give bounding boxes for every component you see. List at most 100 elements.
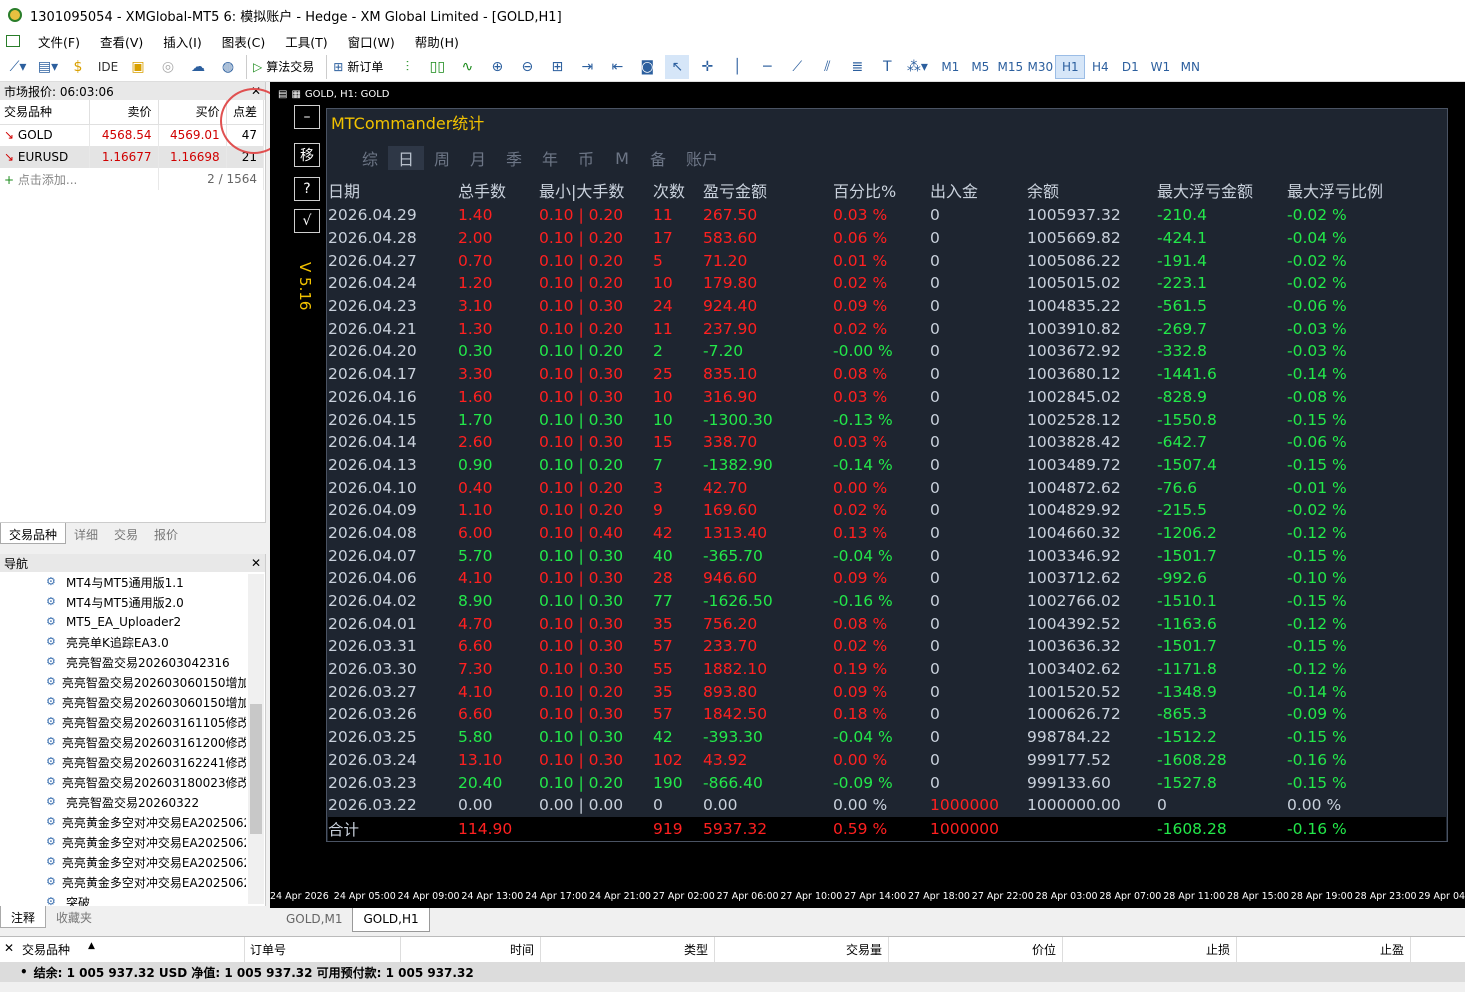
col-symbol[interactable]: 交易品种 xyxy=(0,100,91,125)
timeframe-w1[interactable]: W1 xyxy=(1145,55,1175,79)
navigator-ea-item[interactable]: ⚙ MT4与MT5通用版2.0 xyxy=(0,592,246,612)
col-price[interactable]: 价位 xyxy=(1032,941,1056,958)
tab-year[interactable]: 年 xyxy=(532,146,568,170)
cursor-icon[interactable]: ↖ xyxy=(665,54,690,79)
stats-col-header[interactable]: 最小|大手数 xyxy=(539,176,653,204)
navigator-ea-item[interactable]: ⚙ 亮亮智盈交易202603060150增加 xyxy=(0,692,246,712)
col-sl[interactable]: 止损 xyxy=(1206,941,1230,958)
chart-type-icon[interactable]: ⟋▾ xyxy=(6,55,30,79)
stats-col-header[interactable]: 出入金 xyxy=(930,176,1027,204)
algo-trading-button[interactable]: ▷ 算法交易 xyxy=(246,54,320,79)
tab-quarter[interactable]: 季 xyxy=(496,146,532,170)
tab-details[interactable]: 详细 xyxy=(66,523,106,544)
tab-currency[interactable]: 币 xyxy=(568,146,604,170)
tab-common[interactable]: 注释 xyxy=(0,906,47,928)
navigator-ea-item[interactable]: ⚙ 亮亮智盈交易202603161200修改 xyxy=(0,732,246,752)
autoscroll-icon[interactable]: ⇥ xyxy=(575,55,599,79)
stats-col-header[interactable]: 余额 xyxy=(1027,176,1157,204)
navigator-ea-item[interactable]: ⚙ 亮亮智盈交易202603042316 xyxy=(0,652,246,672)
tab-ticks[interactable]: 报价 xyxy=(146,523,186,544)
bar-chart-icon[interactable]: ⫶ xyxy=(395,55,419,79)
timeframe-h4[interactable]: H4 xyxy=(1085,55,1115,79)
tab-month[interactable]: 月 xyxy=(460,146,496,170)
tab-gold-m1[interactable]: GOLD,M1 xyxy=(276,908,352,932)
col-type[interactable]: 类型 xyxy=(684,941,708,958)
symbol-row[interactable]: ↘ EURUSD 1.16677 1.16698 21 xyxy=(0,146,265,168)
tab-week[interactable]: 周 xyxy=(424,146,460,170)
menu-charts[interactable]: 图表(C) xyxy=(212,32,275,51)
crosshair-icon[interactable]: ✛ xyxy=(695,55,719,79)
stats-col-header[interactable]: 次数 xyxy=(653,176,703,204)
timeframe-m15[interactable]: M15 xyxy=(995,55,1025,79)
menu-file[interactable]: 文件(F) xyxy=(28,32,90,51)
navigator-ea-item[interactable]: ⚙ 亮亮黄金多空对冲交易EA2025062 xyxy=(0,812,246,832)
ide-button[interactable]: IDE xyxy=(96,55,120,79)
navigator-ea-item[interactable]: ⚙ 亮亮单K追踪EA3.0 xyxy=(0,632,246,652)
timeframe-d1[interactable]: D1 xyxy=(1115,55,1145,79)
add-symbol-row[interactable]: + 点击添加... 2 / 1564 xyxy=(0,168,265,190)
stats-col-header[interactable]: 最大浮亏比例 xyxy=(1287,176,1446,204)
close-icon[interactable]: ✕ xyxy=(251,556,261,570)
tab-magic[interactable]: M xyxy=(604,146,640,170)
help-button[interactable]: ? xyxy=(294,177,320,201)
zoom-out-icon[interactable]: ⊖ xyxy=(515,55,539,79)
tab-day[interactable]: 日 xyxy=(388,146,424,170)
chart-menu-icon[interactable]: ▤ xyxy=(278,89,287,100)
navigator-scrollbar[interactable] xyxy=(248,574,264,904)
minimize-panel-button[interactable]: – xyxy=(294,105,320,129)
shapes-icon[interactable]: ⁂▾ xyxy=(905,55,929,79)
close-icon[interactable]: ✕ xyxy=(4,941,14,955)
navigator-ea-item[interactable]: ⚙ 亮亮智盈交易20260322 xyxy=(0,792,246,812)
channel-icon[interactable]: ⫽ xyxy=(815,55,839,79)
col-volume[interactable]: 交易量 xyxy=(846,941,882,958)
menu-window[interactable]: 窗口(W) xyxy=(338,32,405,51)
navigator-ea-item[interactable]: ⚙ 亮亮黄金多空对冲交易EA2025062 xyxy=(0,832,246,852)
col-ask[interactable]: 买价 xyxy=(158,100,227,125)
col-symbol[interactable]: 交易品种 xyxy=(22,941,70,958)
menu-insert[interactable]: 插入(I) xyxy=(153,32,211,51)
chart-shift-icon[interactable]: ⇤ xyxy=(605,55,629,79)
text-icon[interactable]: T xyxy=(875,55,899,79)
line-chart-icon[interactable]: ∿ xyxy=(455,55,479,79)
zoom-in-icon[interactable]: ⊕ xyxy=(485,55,509,79)
stats-col-header[interactable]: 盈亏金额 xyxy=(703,176,833,204)
stats-col-header[interactable]: 日期 xyxy=(328,176,458,204)
chart-template-icon[interactable]: ▤▾ xyxy=(36,55,60,79)
menu-help[interactable]: 帮助(H) xyxy=(405,32,469,51)
dollar-icon[interactable]: $ xyxy=(66,55,90,79)
timeframe-mn[interactable]: MN xyxy=(1175,55,1205,79)
screenshot-icon[interactable]: ◙ xyxy=(635,55,659,79)
menu-view[interactable]: 查看(V) xyxy=(90,32,153,51)
tab-favorites[interactable]: 收藏夹 xyxy=(46,906,102,928)
move-panel-button[interactable]: 移 xyxy=(294,143,320,167)
navigator-ea-item[interactable]: ⚙ 亮亮黄金多空对冲交易EA2025062 xyxy=(0,852,246,872)
horizontal-line-icon[interactable]: ─ xyxy=(755,55,779,79)
col-ticket[interactable]: 订单号 xyxy=(250,941,286,958)
navigator-ea-item[interactable]: ⚙ 亮亮智盈交易202603161105修改 xyxy=(0,712,246,732)
globe-icon[interactable]: ◍ xyxy=(216,55,240,79)
lock-icon[interactable]: ▣ xyxy=(126,55,150,79)
tab-trading[interactable]: 交易 xyxy=(106,523,146,544)
timeframe-h1[interactable]: H1 xyxy=(1055,54,1086,79)
col-tp[interactable]: 止盈 xyxy=(1380,941,1404,958)
navigator-ea-item[interactable]: ⚙ MT5_EA_Uploader2 xyxy=(0,612,246,632)
tab-symbols[interactable]: 交易品种 xyxy=(0,523,67,544)
tab-summary[interactable]: 综 xyxy=(352,146,388,170)
navigator-ea-item[interactable]: ⚙ 亮亮智盈交易202603060150增加 xyxy=(0,672,246,692)
vertical-line-icon[interactable]: │ xyxy=(725,55,749,79)
scroll-thumb[interactable] xyxy=(250,704,262,834)
tab-gold-h1[interactable]: GOLD,H1 xyxy=(352,908,430,932)
tab-note[interactable]: 备 xyxy=(640,146,676,170)
navigator-ea-item[interactable]: ⚙ 亮亮智盈交易202603162241修改 xyxy=(0,752,246,772)
col-bid[interactable]: 卖价 xyxy=(89,100,159,125)
tab-account[interactable]: 账户 xyxy=(676,146,728,170)
navigator-ea-item[interactable]: ⚙ 亮亮黄金多空对冲交易EA2025062 xyxy=(0,872,246,892)
confirm-button[interactable]: √ xyxy=(294,209,320,233)
timeframe-m1[interactable]: M1 xyxy=(935,55,965,79)
tile-windows-icon[interactable]: ⊞ xyxy=(545,55,569,79)
trendline-icon[interactable]: ⟋ xyxy=(785,55,809,79)
new-order-button[interactable]: ⊞ 新订单 xyxy=(326,54,389,79)
save-icon[interactable]: ▦ xyxy=(291,89,300,100)
candle-chart-icon[interactable]: ▯▯ xyxy=(425,55,449,79)
stats-col-header[interactable]: 总手数 xyxy=(458,176,539,204)
